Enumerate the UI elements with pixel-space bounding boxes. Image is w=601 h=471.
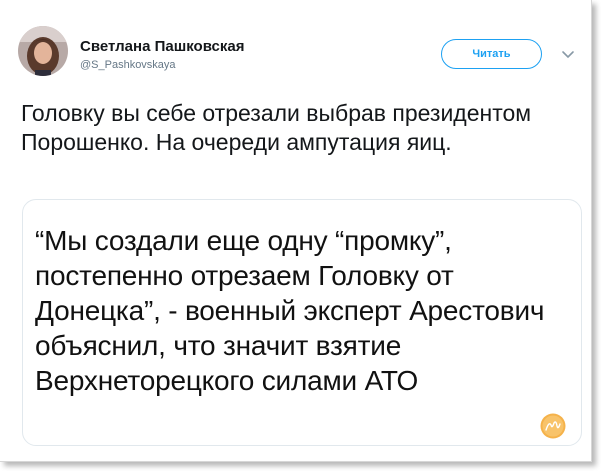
- link-card[interactable]: “Мы создали еще одну “промку”, постепенн…: [22, 199, 582, 446]
- follow-button[interactable]: Читать: [441, 39, 542, 69]
- chevron-down-icon: [562, 51, 574, 59]
- card-headline: “Мы создали еще одну “промку”, постепенн…: [35, 225, 545, 396]
- watermark-logo-icon: [540, 413, 566, 439]
- author-display-name[interactable]: Светлана Пашковская: [80, 38, 244, 55]
- tweet-text: Головку вы себе отрезали выбрав президен…: [21, 100, 532, 155]
- more-options-button[interactable]: [561, 47, 575, 59]
- tweet-screenshot: Светлана Пашковская @S_Pashkovskaya Чита…: [0, 0, 592, 462]
- author-handle[interactable]: @S_Pashkovskaya: [80, 59, 176, 71]
- watermark-logo: [540, 413, 566, 439]
- avatar[interactable]: [18, 26, 68, 76]
- user-avatar-photo-icon: [18, 26, 68, 76]
